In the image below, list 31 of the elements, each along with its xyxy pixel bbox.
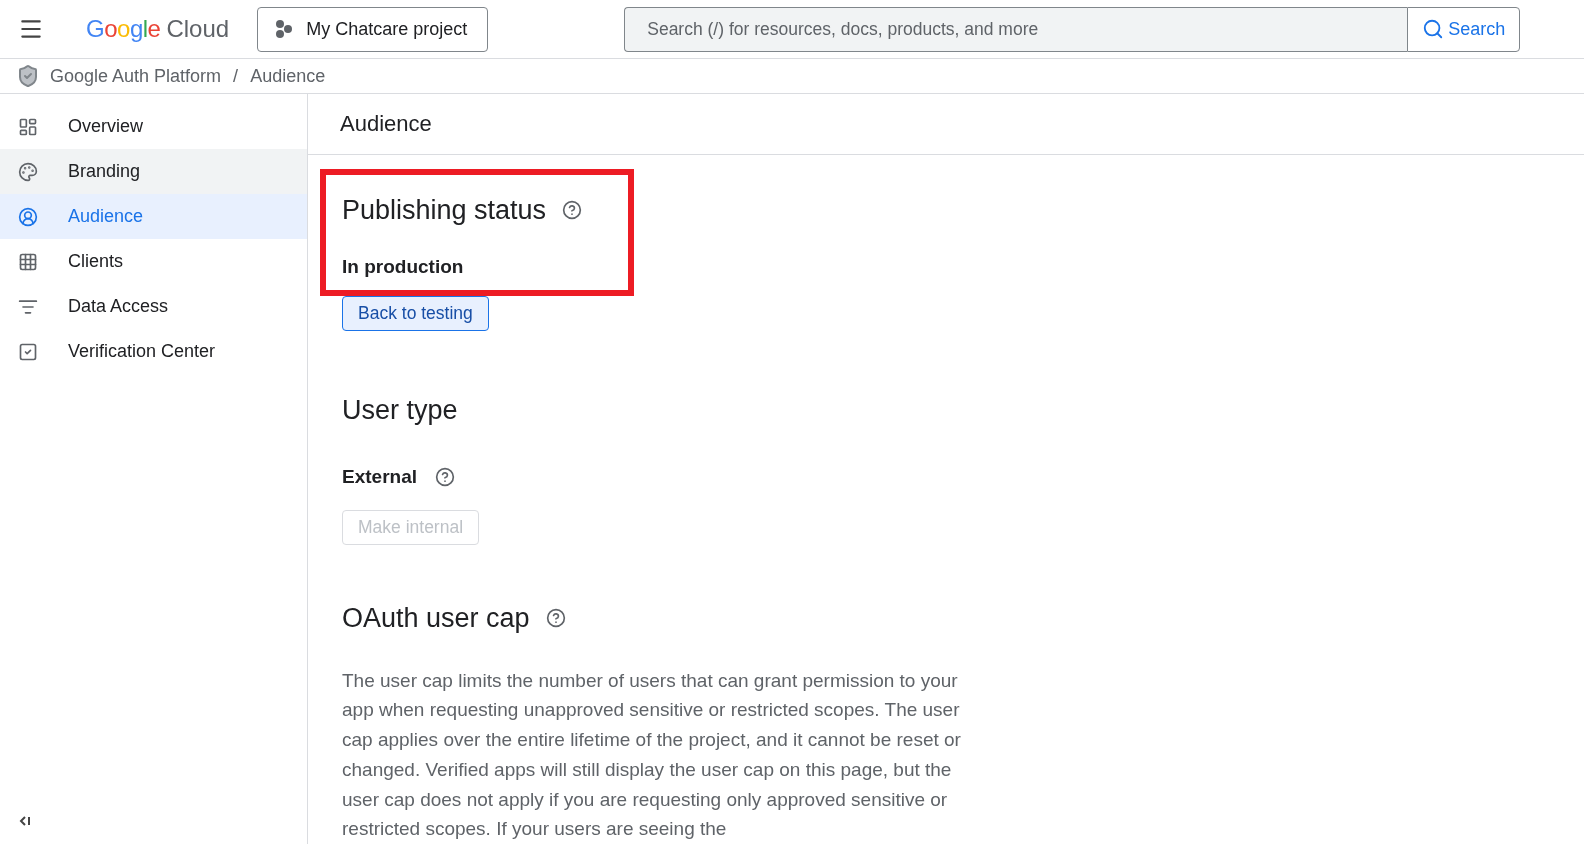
search-icon: [1422, 18, 1445, 40]
help-icon[interactable]: [545, 608, 566, 629]
sidebar-item[interactable]: Data Access: [0, 284, 307, 329]
checkbox-icon: [18, 341, 38, 362]
help-icon[interactable]: [562, 200, 583, 221]
sidebar-item[interactable]: Verification Center: [0, 329, 307, 374]
sidebar-item[interactable]: Audience: [0, 194, 307, 239]
sidebar-item[interactable]: Clients: [0, 239, 307, 284]
sidebar-item[interactable]: Branding: [0, 149, 307, 194]
page-title: Audience: [308, 94, 1584, 155]
logo[interactable]: Google Cloud: [86, 15, 230, 43]
back-to-testing-button[interactable]: Back to testing: [342, 295, 489, 331]
user-icon: [18, 206, 38, 227]
section-title: User type: [342, 394, 458, 426]
breadcrumb-separator: /: [233, 65, 239, 87]
status-text: In production: [342, 255, 465, 278]
breadcrumb-link[interactable]: Audience: [250, 65, 326, 87]
search-field[interactable]: Search (/) for resources, docs, products, and more: [624, 6, 1408, 52]
palette-icon: [18, 161, 38, 182]
section-title: Publishing status: [342, 194, 547, 226]
shield-icon: [16, 64, 40, 88]
grid-icon: [18, 251, 38, 272]
project-picker[interactable]: My Chatcare project: [257, 6, 489, 52]
help-icon[interactable]: [435, 466, 455, 487]
sidebar-item[interactable]: Overview: [0, 104, 307, 149]
dashboard-icon: [18, 116, 38, 137]
user-type-value: External: [342, 465, 417, 488]
description-text: The user cap limits the number of users that can grant permission to your app when requesting unapproved sensitive or restricted scopes. The user cap applies over the entire lifetime of the project, and it cannot be reset or changed. Verified apps will still display the user cap on this page, but the user cap does not apply if you are requesting only approved sensitive or restricted scopes. If your users are seeing the: [342, 668, 962, 842]
section-title: OAuth user cap: [342, 602, 530, 634]
search-button[interactable]: Search: [1407, 6, 1521, 52]
breadcrumb-link[interactable]: Google Auth Platform: [50, 65, 222, 87]
